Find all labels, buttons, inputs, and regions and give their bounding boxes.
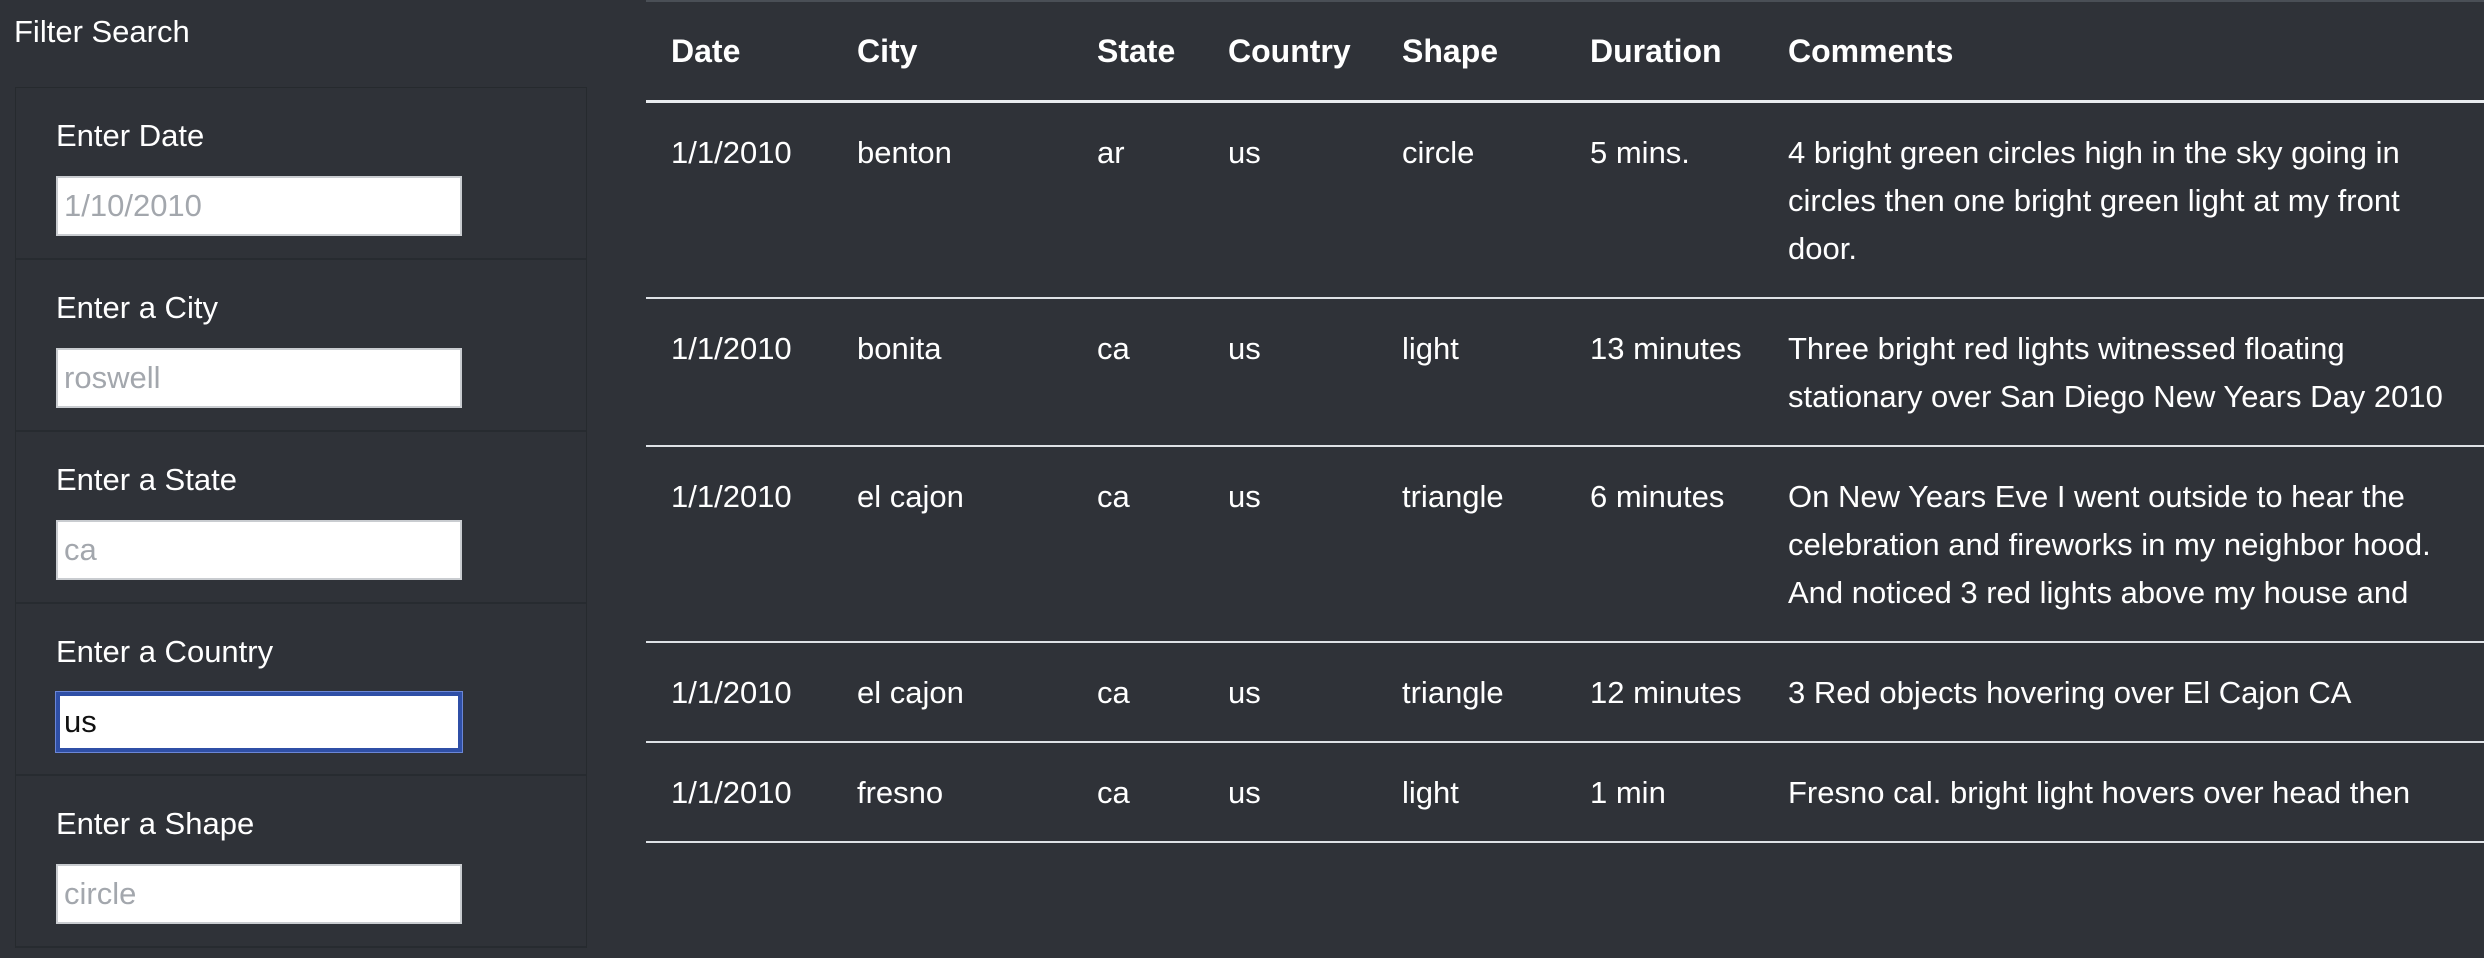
cell-country: us	[1228, 775, 1261, 810]
cell-shape: circle	[1402, 135, 1475, 170]
filter-date-label: Enter Date	[56, 118, 205, 153]
table-body: 1/1/2010 benton ar us circle 5 mins. 4 b…	[646, 102, 2484, 842]
cell-state: ca	[1097, 675, 1130, 710]
cell-duration: 12 minutes	[1590, 675, 1742, 710]
cell-city: fresno	[857, 775, 944, 810]
cell-comments: 3 Red objects hovering over El Cajon CA	[1788, 675, 2352, 710]
cell-state: ar	[1097, 135, 1125, 170]
cell-date: 1/1/2010	[671, 675, 792, 710]
cell-date: 1/1/2010	[671, 331, 792, 366]
filter-shape-label: Enter a Shape	[56, 806, 255, 841]
cell-duration: 1 min	[1590, 775, 1666, 810]
filter-search-title: Filter Search	[14, 14, 190, 49]
cell-city: bonita	[857, 331, 942, 366]
filter-country: Enter a Country	[16, 604, 586, 776]
cell-duration: 13 minutes	[1590, 331, 1742, 366]
header-shape: Shape	[1402, 32, 1499, 69]
cell-country: us	[1228, 479, 1261, 514]
cell-state: ca	[1097, 775, 1130, 810]
cell-comments: On New Years Eve I went outside to hear …	[1788, 479, 2431, 610]
filter-city-label: Enter a City	[56, 290, 218, 325]
header-duration: Duration	[1590, 32, 1722, 69]
table-header: Date City State Country Shape Duration C…	[646, 1, 2484, 102]
cell-country: us	[1228, 331, 1261, 366]
header-comments: Comments	[1788, 32, 1954, 69]
cell-city: benton	[857, 135, 952, 170]
filter-date: Enter Date	[16, 88, 586, 260]
table-row: 1/1/2010 fresno ca us light 1 min Fresno…	[646, 742, 2484, 842]
cell-date: 1/1/2010	[671, 775, 792, 810]
table-row: 1/1/2010 el cajon ca us triangle 6 minut…	[646, 446, 2484, 642]
country-input[interactable]	[56, 692, 462, 752]
table-row: 1/1/2010 bonita ca us light 13 minutes T…	[646, 298, 2484, 446]
filter-state: Enter a State	[16, 432, 586, 604]
table-row: 1/1/2010 el cajon ca us triangle 12 minu…	[646, 642, 2484, 742]
results-table: Date City State Country Shape Duration C…	[646, 0, 2484, 843]
header-row: Date City State Country Shape Duration C…	[646, 1, 2484, 102]
header-country: Country	[1228, 32, 1351, 69]
cell-shape: light	[1402, 331, 1459, 366]
cell-shape: light	[1402, 775, 1459, 810]
shape-input[interactable]	[56, 864, 462, 924]
cell-duration: 5 mins.	[1590, 135, 1690, 170]
filter-country-label: Enter a Country	[56, 634, 274, 669]
cell-duration: 6 minutes	[1590, 479, 1725, 514]
cell-country: us	[1228, 135, 1261, 170]
filter-sidebar: Filter Search Enter Date Enter a City En…	[0, 0, 600, 958]
cell-country: us	[1228, 675, 1261, 710]
cell-comments: Fresno cal. bright light hovers over hea…	[1788, 775, 2411, 810]
cell-comments: Three bright red lights witnessed floati…	[1788, 331, 2443, 414]
cell-city: el cajon	[857, 479, 964, 514]
cell-state: ca	[1097, 331, 1130, 366]
header-date: Date	[671, 32, 741, 69]
page: Filter Search Enter Date Enter a City En…	[0, 0, 2484, 958]
state-input[interactable]	[56, 520, 462, 580]
cell-comments: 4 bright green circles high in the sky g…	[1788, 135, 2400, 266]
date-input[interactable]	[56, 176, 462, 236]
filter-list: Enter Date Enter a City Enter a State En…	[15, 87, 587, 948]
filter-shape: Enter a Shape	[16, 776, 586, 948]
cell-shape: triangle	[1402, 479, 1504, 514]
header-city: City	[857, 32, 918, 69]
results-table-container: Date City State Country Shape Duration C…	[646, 0, 2484, 958]
table-row: 1/1/2010 benton ar us circle 5 mins. 4 b…	[646, 102, 2484, 298]
cell-city: el cajon	[857, 675, 964, 710]
cell-state: ca	[1097, 479, 1130, 514]
filter-state-label: Enter a State	[56, 462, 237, 497]
cell-shape: triangle	[1402, 675, 1504, 710]
filter-city: Enter a City	[16, 260, 586, 432]
header-state: State	[1097, 32, 1176, 69]
city-input[interactable]	[56, 348, 462, 408]
cell-date: 1/1/2010	[671, 479, 792, 514]
cell-date: 1/1/2010	[671, 135, 792, 170]
